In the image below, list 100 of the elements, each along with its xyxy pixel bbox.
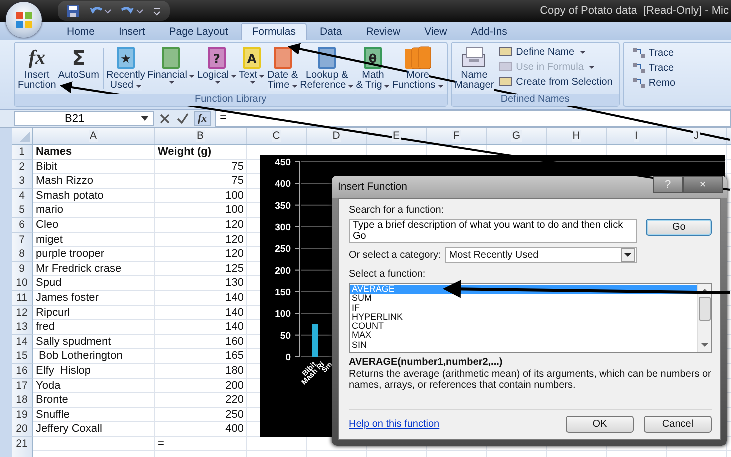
table-cell: =: [158, 438, 164, 451]
table-cell: Mr Fredrick crase: [36, 262, 122, 276]
window-title: Copy of Potato data [Read-Only] - Mic: [540, 5, 730, 17]
function-list-item[interactable]: COUNT: [350, 322, 697, 332]
column-header[interactable]: I: [634, 130, 639, 142]
row-header[interactable]: 14: [12, 334, 33, 350]
ribbon-command[interactable]: Remo: [632, 77, 727, 89]
ribbon-button[interactable]: A Text: [238, 44, 266, 85]
row-header[interactable]: 19: [12, 408, 33, 423]
help-link[interactable]: Help on this function: [349, 419, 440, 430]
ribbon-button[interactable]: ? Logical: [196, 44, 238, 85]
ribbon-tab[interactable]: Home: [56, 23, 106, 40]
row-header[interactable]: 16: [12, 364, 33, 379]
column-header[interactable]: C: [272, 130, 282, 142]
ribbon-tab[interactable]: Formulas: [241, 23, 308, 40]
table-cell: Bronte: [36, 394, 68, 408]
name-box[interactable]: B21: [14, 111, 154, 126]
cancel-icon[interactable]: [158, 112, 172, 126]
office-button[interactable]: [6, 2, 42, 38]
row-header[interactable]: 9: [12, 262, 33, 277]
function-list-item[interactable]: MAX: [350, 331, 697, 341]
row-header[interactable]: 5: [12, 203, 33, 218]
ribbon-button[interactable]: Lookup & Reference: [299, 44, 356, 92]
row-header[interactable]: 3: [12, 174, 33, 190]
table-cell: 220: [226, 394, 244, 408]
row-header[interactable]: 21: [12, 436, 33, 452]
ribbon-button[interactable]: Date & Time: [266, 44, 300, 92]
function-list-item[interactable]: HYPERLINK: [350, 312, 697, 322]
ribbon-command[interactable]: Create from Selection: [499, 76, 613, 88]
ribbon-button[interactable]: More Functions: [391, 44, 445, 92]
column-header[interactable]: J: [692, 130, 700, 142]
insert-function-button[interactable]: fx: [194, 111, 212, 126]
column-header[interactable]: A: [88, 130, 98, 142]
column-header[interactable]: E: [392, 130, 401, 142]
table-cell: Snuffle: [36, 408, 70, 422]
ribbon-button[interactable]: Financial: [146, 44, 196, 85]
ribbon-button[interactable]: θ Math & Trig: [355, 44, 392, 92]
row-header[interactable]: 10: [12, 276, 33, 292]
ribbon-command[interactable]: Trace: [632, 47, 727, 59]
row-header[interactable]: 13: [12, 320, 33, 336]
save-icon[interactable]: [66, 4, 80, 18]
function-list-item[interactable]: SUM: [350, 294, 697, 304]
row-header[interactable]: 2: [12, 160, 33, 175]
column-header[interactable]: H: [572, 130, 582, 142]
ribbon-button[interactable]: Σ AutoSum: [57, 44, 100, 82]
row-header[interactable]: 20: [12, 422, 33, 438]
formula-field[interactable]: =: [215, 110, 731, 127]
scroll-up-icon[interactable]: [700, 288, 708, 294]
axis-label: 450: [275, 158, 291, 168]
ribbon-tab[interactable]: Insert: [108, 23, 156, 40]
row-header[interactable]: 17: [12, 378, 33, 394]
table-cell: Smash potato: [36, 190, 104, 203]
go-button[interactable]: Go: [646, 219, 712, 236]
row-header[interactable]: 6: [12, 218, 33, 233]
row-header[interactable]: 1: [12, 145, 33, 160]
column-header[interactable]: B: [196, 130, 205, 142]
ribbon-tab[interactable]: Page Layout: [158, 23, 240, 40]
ribbon-button[interactable]: ★ Recently Used: [106, 44, 146, 92]
ribbon-tab[interactable]: Review: [355, 23, 412, 40]
function-list-item[interactable]: SIN: [350, 340, 697, 350]
row-header[interactable]: 11: [12, 290, 33, 306]
table-cell: Jeffery Coxall: [36, 423, 102, 436]
row-header[interactable]: 8: [12, 247, 33, 262]
ribbon-command[interactable]: Define Name: [499, 46, 613, 58]
column-header[interactable]: G: [511, 130, 522, 142]
ok-button[interactable]: OK: [566, 416, 634, 433]
table-cell: 120: [226, 248, 244, 262]
function-list-item[interactable]: IF: [350, 304, 697, 313]
trace-icon: [632, 77, 646, 89]
table-cell: 165: [226, 350, 244, 364]
table-cell: 180: [226, 364, 244, 378]
table-cell: Yoda: [36, 380, 61, 392]
insert-function-icon: fx: [28, 45, 46, 71]
scrollbar-thumb[interactable]: [698, 297, 710, 321]
table-cell: Weight (g): [158, 146, 212, 159]
check-icon[interactable]: [176, 112, 190, 126]
row-header[interactable]: 4: [12, 188, 33, 204]
column-header[interactable]: F: [452, 130, 461, 142]
axis-label: 100: [275, 309, 291, 320]
row-header[interactable]: 12: [12, 306, 33, 321]
row-header[interactable]: 15: [12, 349, 33, 364]
ribbon-tab[interactable]: View: [414, 23, 458, 40]
ribbon-tab[interactable]: Data: [309, 23, 354, 40]
table-cell: mario: [36, 204, 64, 218]
ribbon-button[interactable]: fx Insert Function: [17, 44, 58, 92]
row-header[interactable]: 7: [12, 232, 33, 248]
category-dropdown[interactable]: Most Recently Used: [445, 247, 638, 263]
table-cell: Spud: [36, 277, 62, 290]
column-header[interactable]: D: [332, 130, 342, 142]
cancel-button[interactable]: Cancel: [644, 416, 712, 433]
table-cell: 130: [226, 277, 244, 290]
search-field[interactable]: Type a brief description of what you want to do and then click Go: [349, 219, 638, 243]
ribbon-button[interactable]: Name Manager: [454, 44, 496, 92]
scrollbar[interactable]: [697, 284, 711, 352]
row-header[interactable]: 18: [12, 393, 33, 408]
axis-label: 300: [275, 222, 291, 234]
ribbon-tab[interactable]: Add-Ins: [460, 23, 518, 40]
table-cell: 100: [226, 204, 244, 218]
ribbon-command[interactable]: Trace: [632, 62, 727, 74]
table-cell: James foster: [36, 292, 99, 305]
